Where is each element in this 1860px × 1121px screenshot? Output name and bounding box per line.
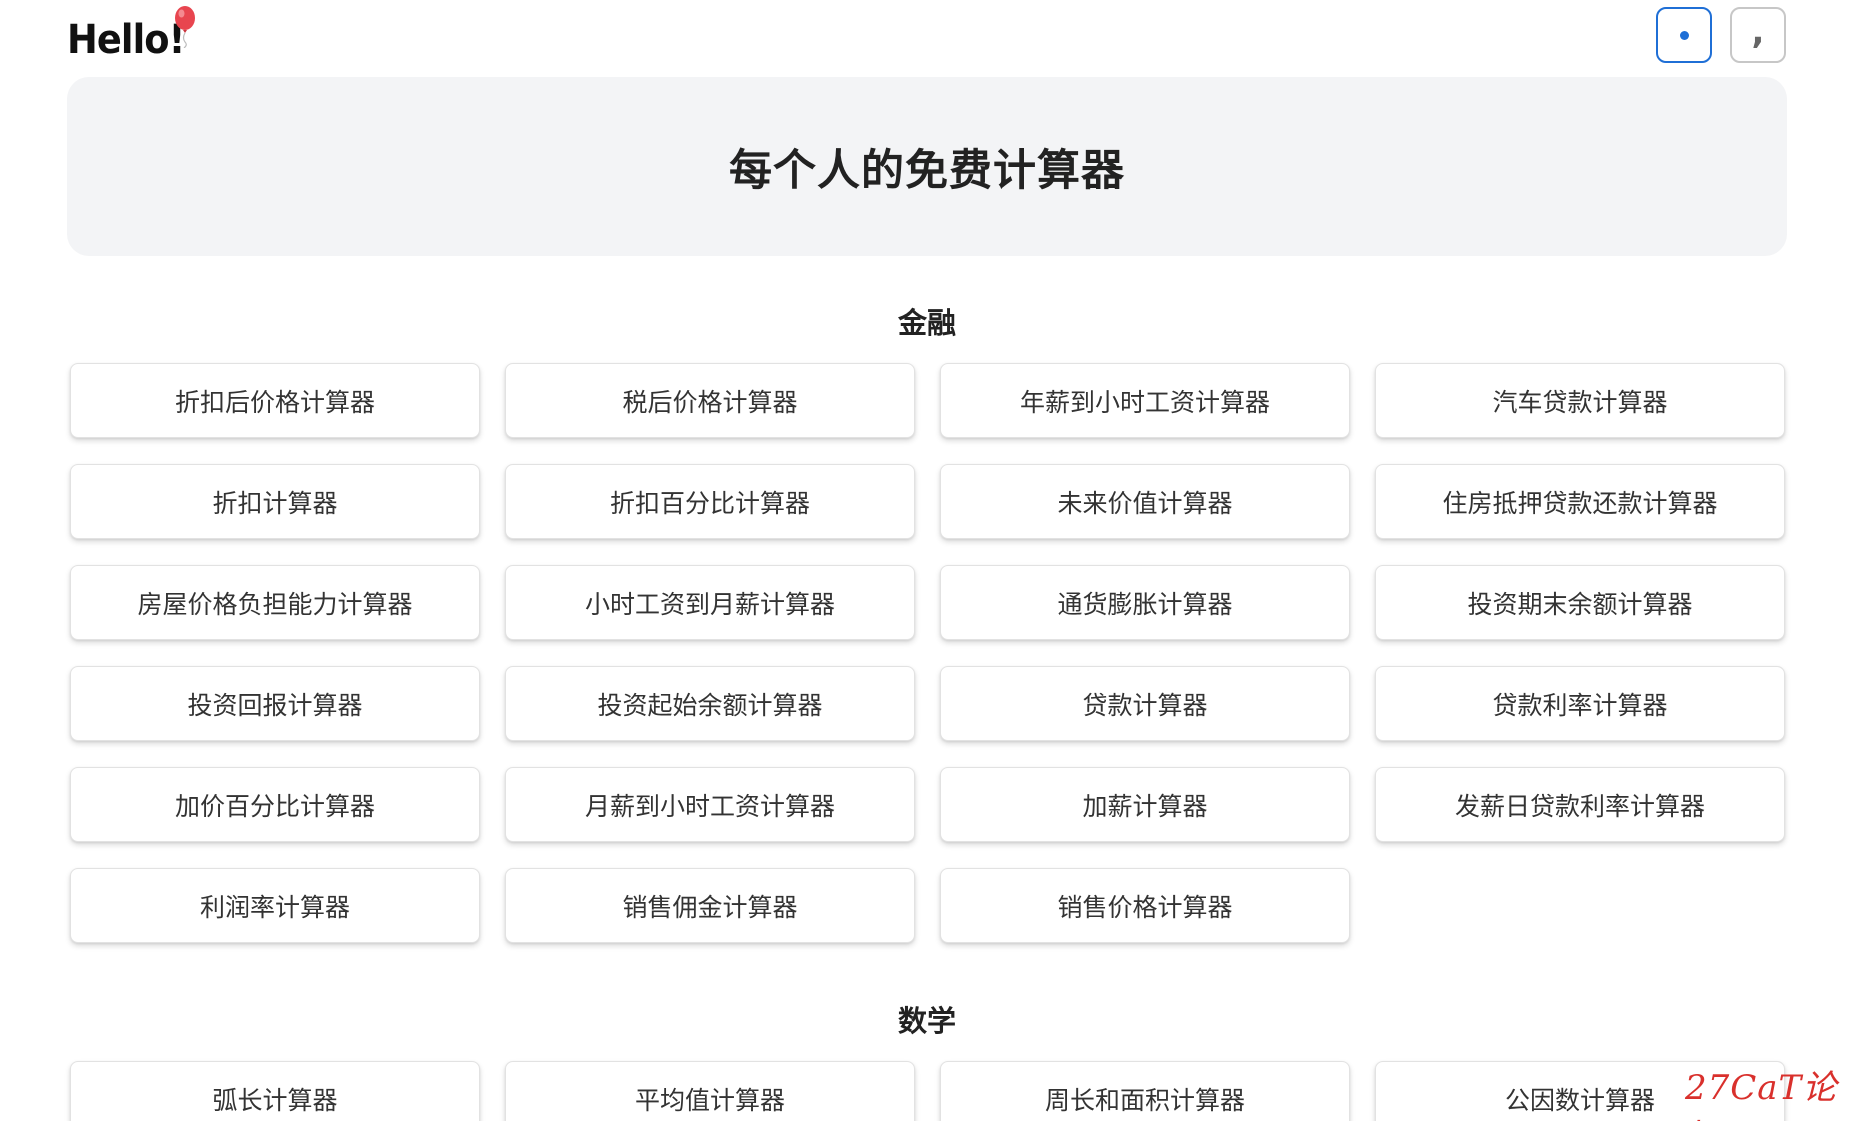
calculator-grid-math: 弧长计算器 平均值计算器 周长和面积计算器 公因数计算器 (70, 1061, 1786, 1121)
calculator-card[interactable]: 利润率计算器 (70, 868, 480, 943)
calculator-card[interactable]: 投资起始余额计算器 (505, 666, 915, 741)
calculator-card[interactable]: 平均值计算器 (505, 1061, 915, 1121)
section-title-finance: 金融 (897, 306, 956, 340)
header: Hello! , (67, 0, 1787, 76)
calculator-card[interactable]: 投资期末余额计算器 (1375, 565, 1785, 640)
calculator-card[interactable]: 加薪计算器 (940, 767, 1350, 842)
calculator-card[interactable]: 年薪到小时工资计算器 (940, 363, 1350, 438)
calculator-card[interactable]: 折扣百分比计算器 (505, 464, 915, 539)
calculator-card[interactable]: 加价百分比计算器 (70, 767, 480, 842)
dot-icon (1679, 30, 1689, 40)
calculator-card[interactable]: 销售佣金计算器 (505, 868, 915, 943)
section-title-math: 数学 (897, 1004, 956, 1038)
secondary-toggle-button[interactable]: , (1730, 7, 1786, 63)
calculator-grid-finance: 折扣后价格计算器 税后价格计算器 年薪到小时工资计算器 汽车贷款计算器 折扣计算… (70, 363, 1786, 943)
calculator-card[interactable]: 通货膨胀计算器 (940, 565, 1350, 640)
calculator-card[interactable]: 房屋价格负担能力计算器 (70, 565, 480, 640)
calculator-card[interactable]: 弧长计算器 (70, 1061, 480, 1121)
calculator-card[interactable]: 未来价值计算器 (940, 464, 1350, 539)
logo[interactable]: Hello! (67, 6, 195, 70)
calculator-card[interactable]: 折扣计算器 (70, 464, 480, 539)
hero-banner: 每个人的免费计算器 (67, 77, 1787, 256)
calculator-card[interactable]: 投资回报计算器 (70, 666, 480, 741)
logo-text: Hello! (67, 17, 185, 63)
balloon-icon (175, 6, 195, 48)
page-title: 每个人的免费计算器 (729, 145, 1125, 196)
calculator-card[interactable]: 汽车贷款计算器 (1375, 363, 1785, 438)
calculator-card[interactable]: 住房抵押贷款还款计算器 (1375, 464, 1785, 539)
calculator-card[interactable]: 发薪日贷款利率计算器 (1375, 767, 1785, 842)
calculator-card[interactable]: 税后价格计算器 (505, 363, 915, 438)
theme-toggle-button[interactable] (1656, 7, 1712, 63)
calculator-card[interactable]: 周长和面积计算器 (940, 1061, 1350, 1121)
page: Hello! , 每个人的免费计算器 金融 折扣后价格计算器 税后价格计算器 年… (0, 0, 1860, 1121)
calculator-card[interactable]: 小时工资到月薪计算器 (505, 565, 915, 640)
comma-icon: , (1751, 12, 1765, 52)
watermark: 27CaT论坛 (1685, 1068, 1838, 1121)
calculator-card[interactable]: 折扣后价格计算器 (70, 363, 480, 438)
calculator-card[interactable]: 贷款计算器 (940, 666, 1350, 741)
calculator-card[interactable]: 月薪到小时工资计算器 (505, 767, 915, 842)
calculator-card[interactable]: 贷款利率计算器 (1375, 666, 1785, 741)
calculator-card[interactable]: 销售价格计算器 (940, 868, 1350, 943)
